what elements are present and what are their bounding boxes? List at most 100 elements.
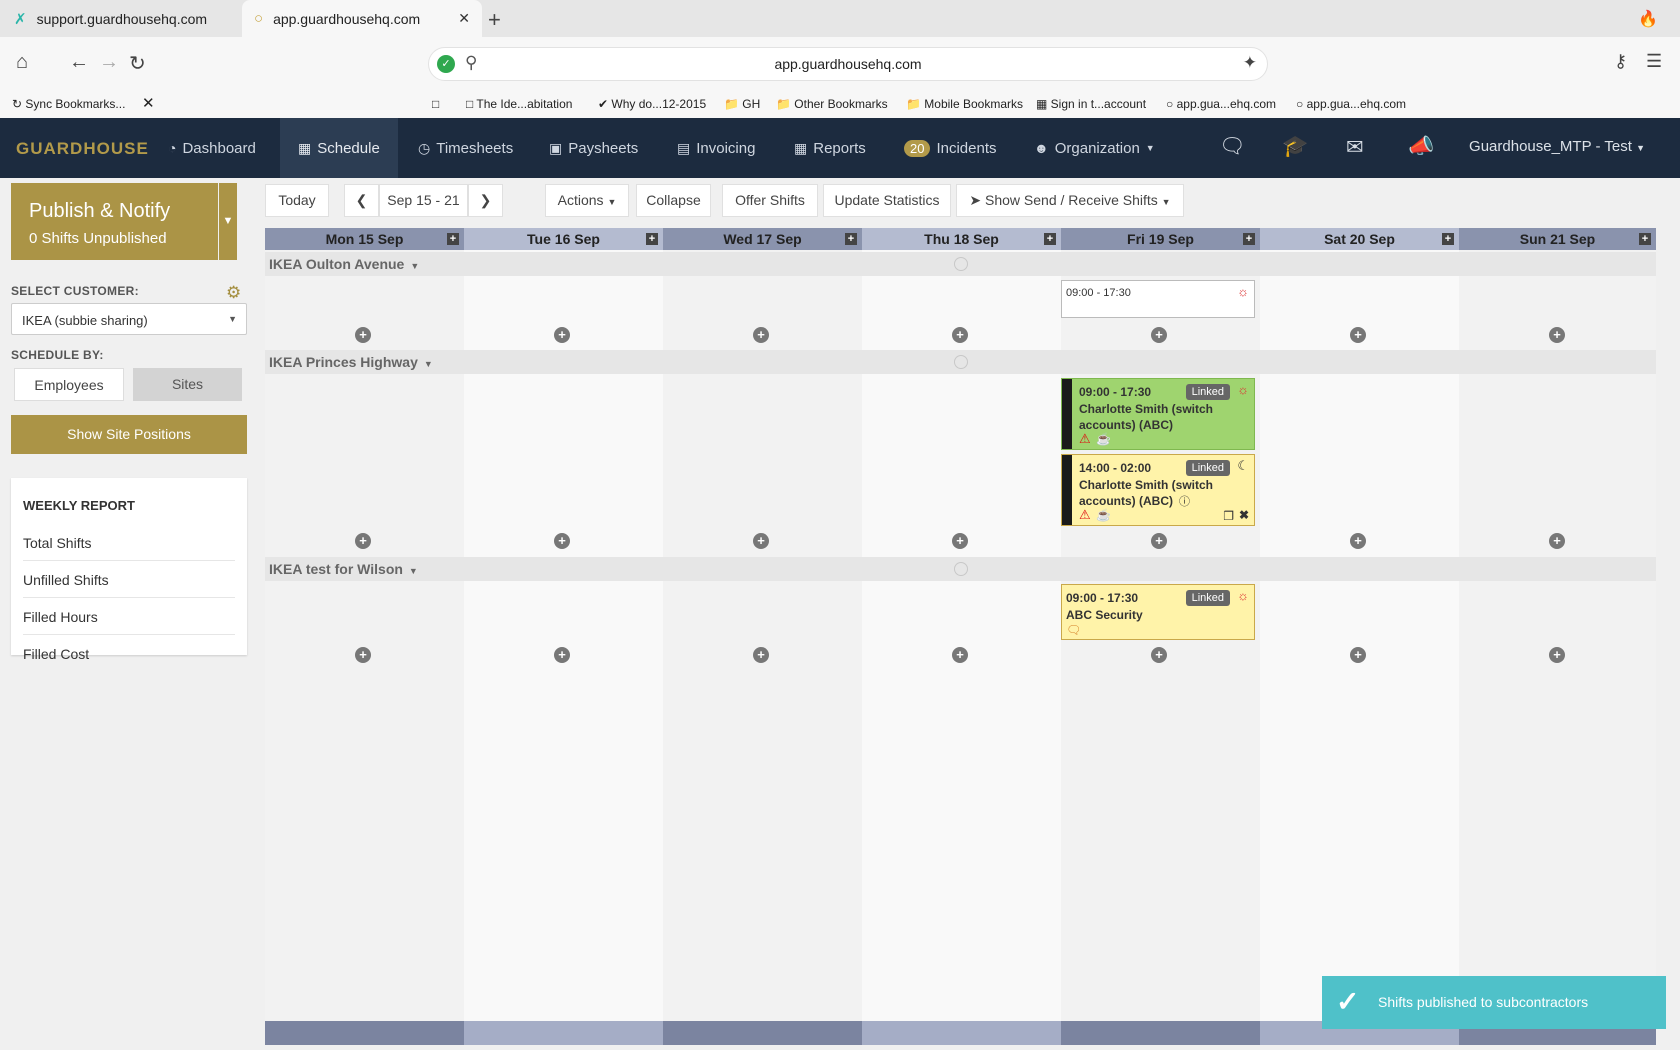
site-row-princes[interactable]: IKEA Princes Highway ▼ <box>265 350 1656 374</box>
bookmark-item[interactable]: ▦ Sign in t...account <box>1036 97 1146 111</box>
publish-dropdown-toggle[interactable]: ▼ <box>219 183 237 260</box>
add-shift-icon[interactable]: + <box>554 533 570 549</box>
send-receive-button[interactable]: ➤ Show Send / Receive Shifts ▼ <box>956 184 1184 217</box>
add-shift-icon[interactable]: + <box>952 327 968 343</box>
site-row-oulton[interactable]: IKEA Oulton Avenue ▼ <box>265 252 1656 276</box>
add-shift-icon[interactable]: + <box>1350 647 1366 663</box>
comment-icon[interactable]: 🗨 <box>1066 623 1081 637</box>
offer-shifts-button[interactable]: Offer Shifts <box>722 184 818 217</box>
envelope-icon[interactable]: ✉ <box>1346 135 1364 160</box>
add-shift-icon[interactable]: + <box>753 533 769 549</box>
add-shift-icon[interactable]: + <box>952 533 968 549</box>
add-day-icon[interactable]: + <box>1442 233 1454 245</box>
graduation-cap-icon[interactable]: 🎓 <box>1282 135 1308 159</box>
add-shift-icon[interactable]: + <box>554 647 570 663</box>
add-shift-icon[interactable]: + <box>753 647 769 663</box>
new-tab-icon[interactable]: + <box>488 7 501 33</box>
prev-week-button[interactable]: ❮ <box>344 184 379 217</box>
today-button[interactable]: Today <box>265 184 329 217</box>
add-shift-icon[interactable]: + <box>1549 647 1565 663</box>
add-shift-icon[interactable]: + <box>753 327 769 343</box>
nav-timesheets[interactable]: ◷ Timesheets <box>412 118 519 178</box>
assistant-icon[interactable]: ✦ <box>1243 53 1257 73</box>
add-shift-icon[interactable]: + <box>355 647 371 663</box>
add-shift-icon[interactable]: + <box>1350 327 1366 343</box>
nav-incidents[interactable]: 20 Incidents <box>900 118 1001 178</box>
add-day-icon[interactable]: + <box>1243 233 1255 245</box>
add-shift-icon[interactable]: + <box>1350 533 1366 549</box>
nav-paysheets[interactable]: ▣ Paysheets <box>545 118 642 178</box>
add-day-icon[interactable]: + <box>447 233 459 245</box>
back-icon[interactable]: ← <box>69 51 89 74</box>
bookmark-folder[interactable]: 📁 GH <box>724 97 760 111</box>
collapse-circle-icon[interactable] <box>954 257 968 271</box>
shift-card[interactable]: 09:00 - 17:30 ☼ <box>1061 280 1255 318</box>
date-range-button[interactable]: Sep 15 - 21 <box>379 184 468 217</box>
close-icon[interactable]: ✕ <box>142 94 155 112</box>
add-shift-icon[interactable]: + <box>1151 533 1167 549</box>
bookmark-folder[interactable]: 📁 Mobile Bookmarks <box>906 97 1023 111</box>
key-icon[interactable]: ⚷ <box>1614 51 1627 72</box>
forward-icon[interactable]: → <box>99 51 119 74</box>
customer-select[interactable]: IKEA (subbie sharing) ▼ <box>11 303 247 335</box>
schedule-by-employees[interactable]: Employees <box>14 368 124 401</box>
add-shift-icon[interactable]: + <box>1549 533 1565 549</box>
bookmark-item[interactable]: □ The Ide...abitation <box>466 97 572 111</box>
nav-organization[interactable]: ☻ Organization ▼ <box>1030 118 1159 178</box>
bookmark-sync[interactable]: ↻ Sync Bookmarks... <box>12 97 125 111</box>
add-day-icon[interactable]: + <box>1044 233 1056 245</box>
publish-notify-button[interactable]: Publish & Notify 0 Shifts Unpublished <box>11 183 218 260</box>
shift-card[interactable]: 09:00 - 17:30 Linked ☼ Charlotte Smith (… <box>1061 378 1255 450</box>
address-bar[interactable]: ✓ ⚲ app.guardhousehq.com ✦ <box>428 47 1268 81</box>
shift-card[interactable]: 14:00 - 02:00 Linked ☾ Charlotte Smith (… <box>1061 454 1255 526</box>
collapse-circle-icon[interactable] <box>954 355 968 369</box>
add-day-icon[interactable]: + <box>845 233 857 245</box>
browser-tab-support[interactable]: ✗ support.guardhousehq.com <box>0 0 240 37</box>
nav-reports[interactable]: ▦ Reports <box>790 118 870 178</box>
report-total-shifts[interactable]: Total Shifts <box>23 535 235 561</box>
add-shift-icon[interactable]: + <box>554 327 570 343</box>
reload-icon[interactable]: ↻ <box>129 51 146 76</box>
copy-icon[interactable]: ❐ <box>1223 509 1234 523</box>
report-filled-cost[interactable]: Filled Cost <box>23 646 235 671</box>
add-shift-icon[interactable]: + <box>355 533 371 549</box>
bookmark-item[interactable]: ○ app.gua...ehq.com <box>1296 97 1406 111</box>
user-menu[interactable]: Guardhouse_MTP - Test ▼ <box>1469 138 1645 155</box>
add-day-icon[interactable]: + <box>1639 233 1651 245</box>
nav-invoicing[interactable]: ▤ Invoicing <box>673 118 759 178</box>
nav-dashboard[interactable]: ◔ Dashboard <box>156 118 268 178</box>
add-shift-icon[interactable]: + <box>1151 327 1167 343</box>
nav-schedule[interactable]: ▦ Schedule <box>280 118 398 178</box>
home-icon[interactable]: ⌂ <box>16 51 28 74</box>
guardhouse-logo[interactable]: GUARDHOUSE <box>16 139 149 159</box>
schedule-by-sites[interactable]: Sites <box>133 368 242 401</box>
chat-icon[interactable]: 🗨 <box>1219 135 1246 159</box>
report-filled-hours[interactable]: Filled Hours <box>23 609 235 635</box>
bookmark-item[interactable]: ○ app.gua...ehq.com <box>1166 97 1276 111</box>
report-unfilled-shifts[interactable]: Unfilled Shifts <box>23 572 235 598</box>
delete-icon[interactable]: ✖ <box>1239 508 1249 522</box>
add-shift-icon[interactable]: + <box>952 647 968 663</box>
gear-icon[interactable]: ⚙ <box>226 283 241 303</box>
close-tab-icon[interactable]: ✕ <box>458 10 470 27</box>
site-row-wilson[interactable]: IKEA test for Wilson ▼ <box>265 557 1656 581</box>
add-shift-icon[interactable]: + <box>1151 647 1167 663</box>
next-week-button[interactable]: ❯ <box>468 184 503 217</box>
megaphone-icon[interactable]: 📣 <box>1408 135 1434 159</box>
update-statistics-button[interactable]: Update Statistics <box>823 184 951 217</box>
menu-icon[interactable]: ☰ <box>1646 51 1662 72</box>
add-shift-icon[interactable]: + <box>1549 327 1565 343</box>
flame-icon[interactable]: 🔥 <box>1638 9 1658 29</box>
success-toast[interactable]: ✓ Shifts published to subcontractors <box>1322 976 1666 1029</box>
add-shift-icon[interactable]: + <box>355 327 371 343</box>
bookmark-icon[interactable]: □ <box>432 97 439 111</box>
bookmark-folder[interactable]: 📁 Other Bookmarks <box>776 97 888 111</box>
bookmark-item[interactable]: ✔ Why do...12-2015 <box>598 97 706 111</box>
collapse-circle-icon[interactable] <box>954 562 968 576</box>
url-text[interactable]: app.guardhousehq.com <box>429 56 1267 72</box>
show-site-positions-button[interactable]: Show Site Positions <box>11 415 247 454</box>
shift-card[interactable]: 09:00 - 17:30 Linked ☼ ABC Security 🗨 <box>1061 584 1255 640</box>
add-day-icon[interactable]: + <box>646 233 658 245</box>
info-icon[interactable]: ⓘ <box>1179 493 1190 509</box>
collapse-button[interactable]: Collapse <box>636 184 711 217</box>
